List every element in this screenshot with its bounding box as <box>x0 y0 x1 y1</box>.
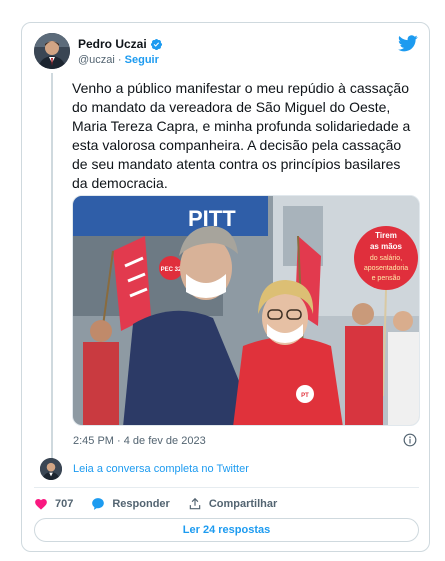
tweet-timestamp[interactable]: 2:45 PM · 4 de fev de 2023 <box>73 435 206 447</box>
divider <box>34 487 419 488</box>
author-avatar[interactable] <box>34 33 70 69</box>
small-sign-text: PEC 32 <box>161 267 182 273</box>
tweet-photo[interactable]: PITT Tirem as mãos do salário, aposentad… <box>72 195 420 426</box>
like-button[interactable]: 707 <box>34 497 73 511</box>
placard-line: as mãos <box>370 242 403 251</box>
share-button[interactable]: Compartilhar <box>188 497 277 511</box>
author-name-row: Pedro Uczai <box>78 37 163 51</box>
info-icon[interactable] <box>403 433 417 447</box>
author-handle[interactable]: @uczai <box>78 54 115 66</box>
separator-dot: · <box>114 54 125 66</box>
verified-badge-icon <box>150 38 162 50</box>
read-conversation-link[interactable]: Leia a conversa completa no Twitter <box>73 463 249 475</box>
placard-line: Tirem <box>375 231 397 240</box>
heart-icon <box>35 499 47 510</box>
share-label: Compartilhar <box>208 498 278 510</box>
placard-line: aposentadoria <box>364 265 408 272</box>
read-replies-button[interactable]: Ler 24 respostas <box>34 518 419 542</box>
reply-button[interactable]: Responder <box>91 497 170 511</box>
tweet-text: Venho a público manifestar o meu repúdio… <box>72 80 411 191</box>
follow-button[interactable]: Seguir <box>125 54 159 66</box>
reply-avatar[interactable] <box>40 458 62 480</box>
pt-badge-text: PT <box>301 393 309 399</box>
thread-line <box>51 73 53 468</box>
placard-line: do salário, <box>370 255 402 262</box>
like-count: 707 <box>55 498 74 510</box>
placard-line: e pensão <box>372 275 401 282</box>
reply-bubble-icon <box>92 498 105 510</box>
action-bar: 707 Responder Compartilhar <box>34 495 295 513</box>
reply-label: Responder <box>112 498 170 510</box>
author-handle-row: @uczai · Seguir <box>78 54 159 66</box>
twitter-bird-icon[interactable] <box>398 35 418 52</box>
author-name[interactable]: Pedro Uczai <box>78 37 147 51</box>
embedded-tweet-card: Pedro Uczai @uczai · Seguir Venho a públ… <box>21 22 430 552</box>
share-icon <box>189 497 201 510</box>
